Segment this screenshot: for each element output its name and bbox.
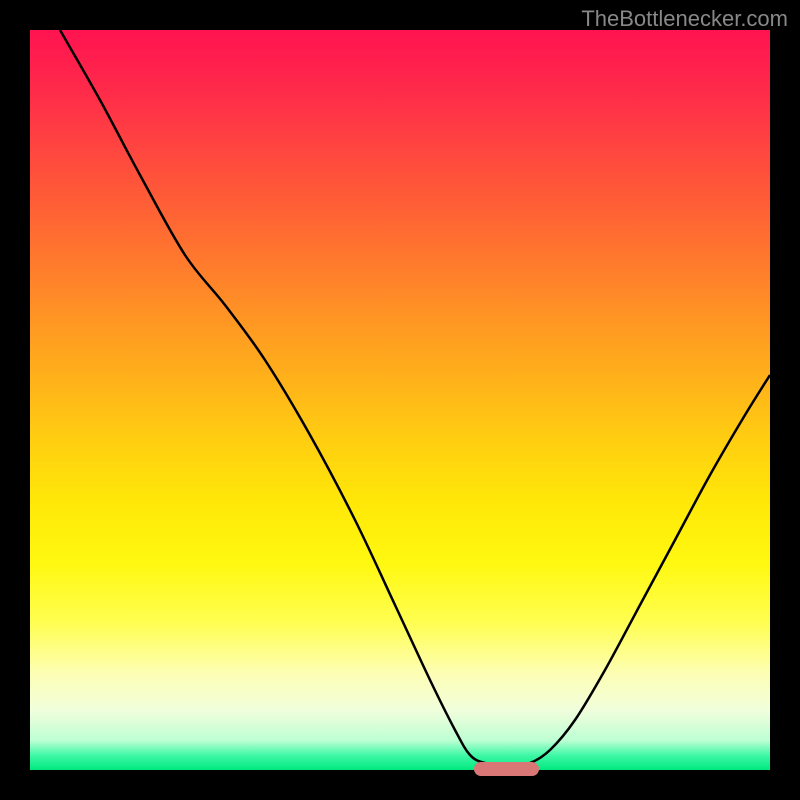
watermark-text: TheBottlenecker.com — [581, 6, 788, 32]
chart-plot-area — [30, 30, 770, 770]
optimal-marker-pill — [474, 762, 539, 776]
bottleneck-curve — [30, 30, 770, 770]
